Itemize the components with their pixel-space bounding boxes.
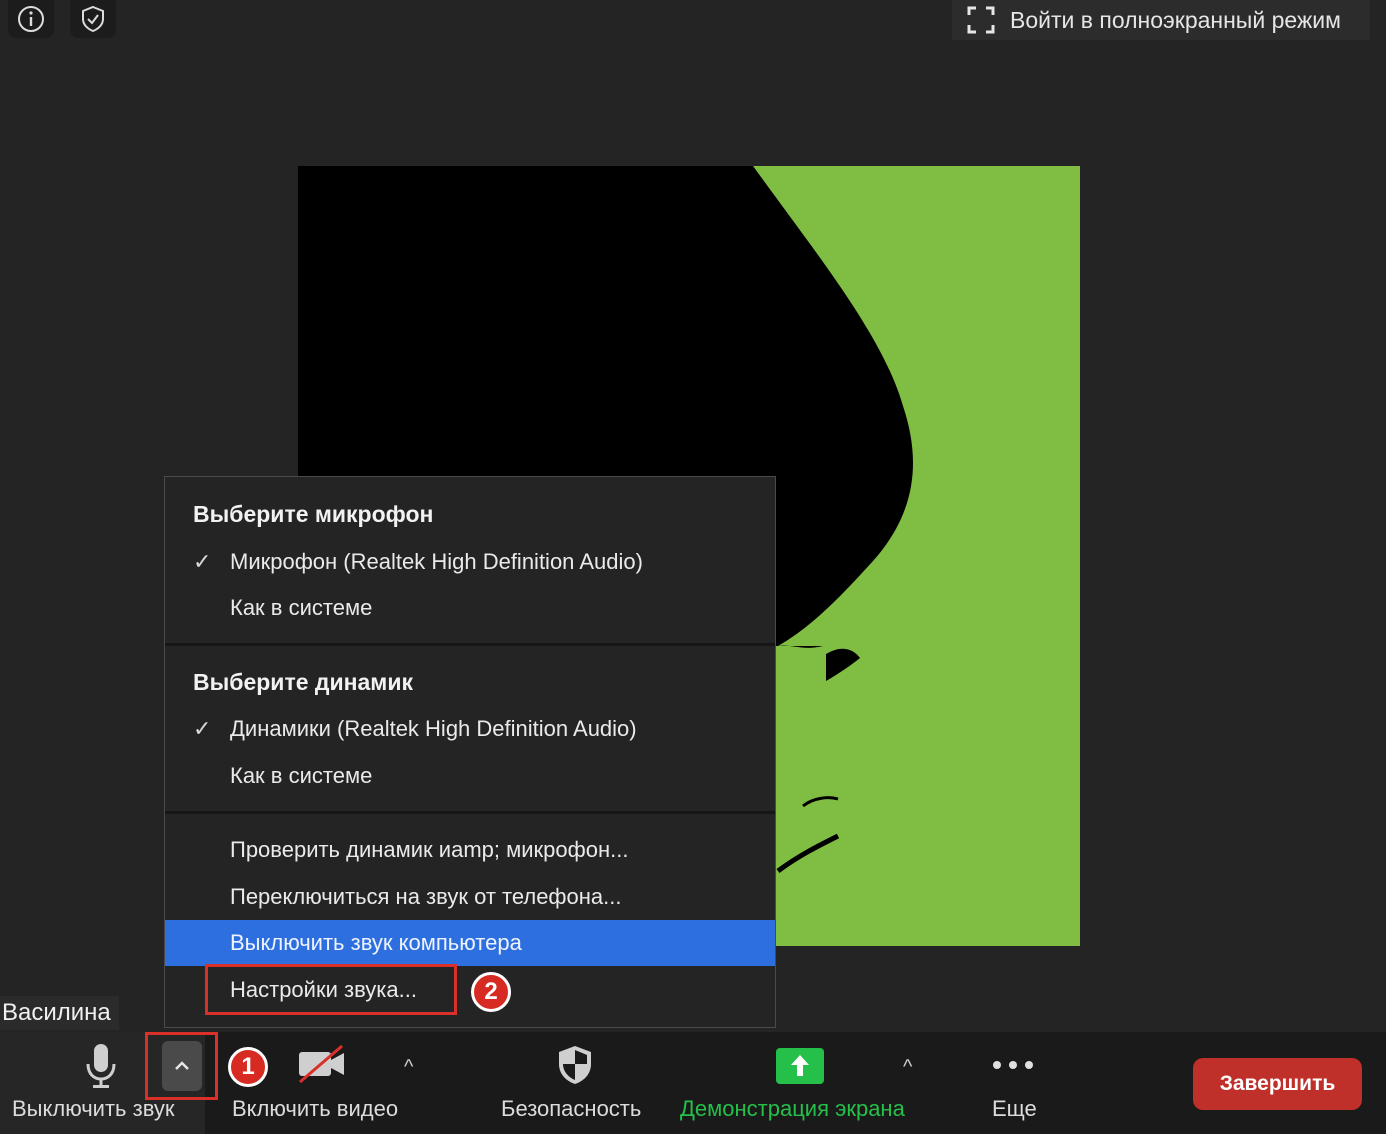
audio-options-menu: Выберите микрофон ✓ Микрофон (Realtek Hi… bbox=[164, 476, 776, 1028]
mic-option-system[interactable]: Как в системе bbox=[165, 585, 775, 631]
end-meeting-button[interactable]: Завершить bbox=[1193, 1058, 1362, 1110]
fullscreen-button[interactable]: Войти в полноэкранный режим bbox=[952, 0, 1370, 40]
speaker-section-heading: Выберите динамик bbox=[193, 669, 413, 695]
security-label: Безопасность bbox=[501, 1096, 642, 1121]
video-options-caret[interactable]: ^ bbox=[404, 1056, 413, 1079]
menu-divider bbox=[165, 811, 775, 814]
shield-check-icon bbox=[82, 5, 104, 33]
security-button[interactable]: Безопасность bbox=[490, 1032, 660, 1134]
share-options-caret[interactable]: ^ bbox=[903, 1056, 912, 1079]
check-icon: ✓ bbox=[193, 549, 212, 574]
step-badge-1: 1 bbox=[228, 1047, 268, 1087]
fullscreen-label: Войти в полноэкранный режим bbox=[1010, 6, 1341, 33]
menu-divider bbox=[165, 643, 775, 646]
leave-computer-audio-item[interactable]: Выключить звук компьютера bbox=[165, 920, 775, 966]
test-speaker-mic-item[interactable]: Проверить динамик иamp; микрофон... bbox=[165, 827, 775, 873]
speaker-option-realtek[interactable]: ✓ Динамики (Realtek High Definition Audi… bbox=[165, 706, 775, 752]
microphone-icon bbox=[86, 1044, 116, 1088]
share-screen-icon bbox=[776, 1048, 824, 1084]
more-label: Еще bbox=[992, 1096, 1037, 1121]
security-status-button[interactable] bbox=[70, 0, 116, 38]
audio-settings-highlight bbox=[205, 964, 457, 1015]
video-off-icon bbox=[299, 1044, 344, 1084]
mic-option-realtek[interactable]: ✓ Микрофон (Realtek High Definition Audi… bbox=[165, 539, 775, 585]
participant-name: Василина bbox=[0, 996, 119, 1030]
switch-to-phone-audio-item[interactable]: Переключиться на звук от телефона... bbox=[165, 874, 775, 920]
share-screen-label: Демонстрация экрана bbox=[680, 1096, 905, 1121]
check-icon: ✓ bbox=[193, 716, 212, 741]
info-button[interactable] bbox=[8, 0, 54, 38]
speaker-option-system[interactable]: Как в системе bbox=[165, 753, 775, 799]
share-screen-button[interactable]: Демонстрация экрана bbox=[672, 1032, 928, 1134]
fullscreen-icon bbox=[967, 6, 995, 34]
more-button[interactable]: Еще bbox=[978, 1032, 1050, 1134]
info-icon bbox=[18, 6, 44, 32]
mic-section-heading: Выберите микрофон bbox=[193, 501, 434, 527]
audio-options-highlight bbox=[145, 1032, 218, 1100]
end-meeting-label: Завершить bbox=[1219, 1072, 1336, 1095]
more-dots-icon bbox=[993, 1061, 1033, 1069]
video-label: Включить видео bbox=[232, 1096, 399, 1121]
step-badge-2: 2 bbox=[471, 972, 511, 1012]
shield-icon bbox=[559, 1046, 591, 1084]
